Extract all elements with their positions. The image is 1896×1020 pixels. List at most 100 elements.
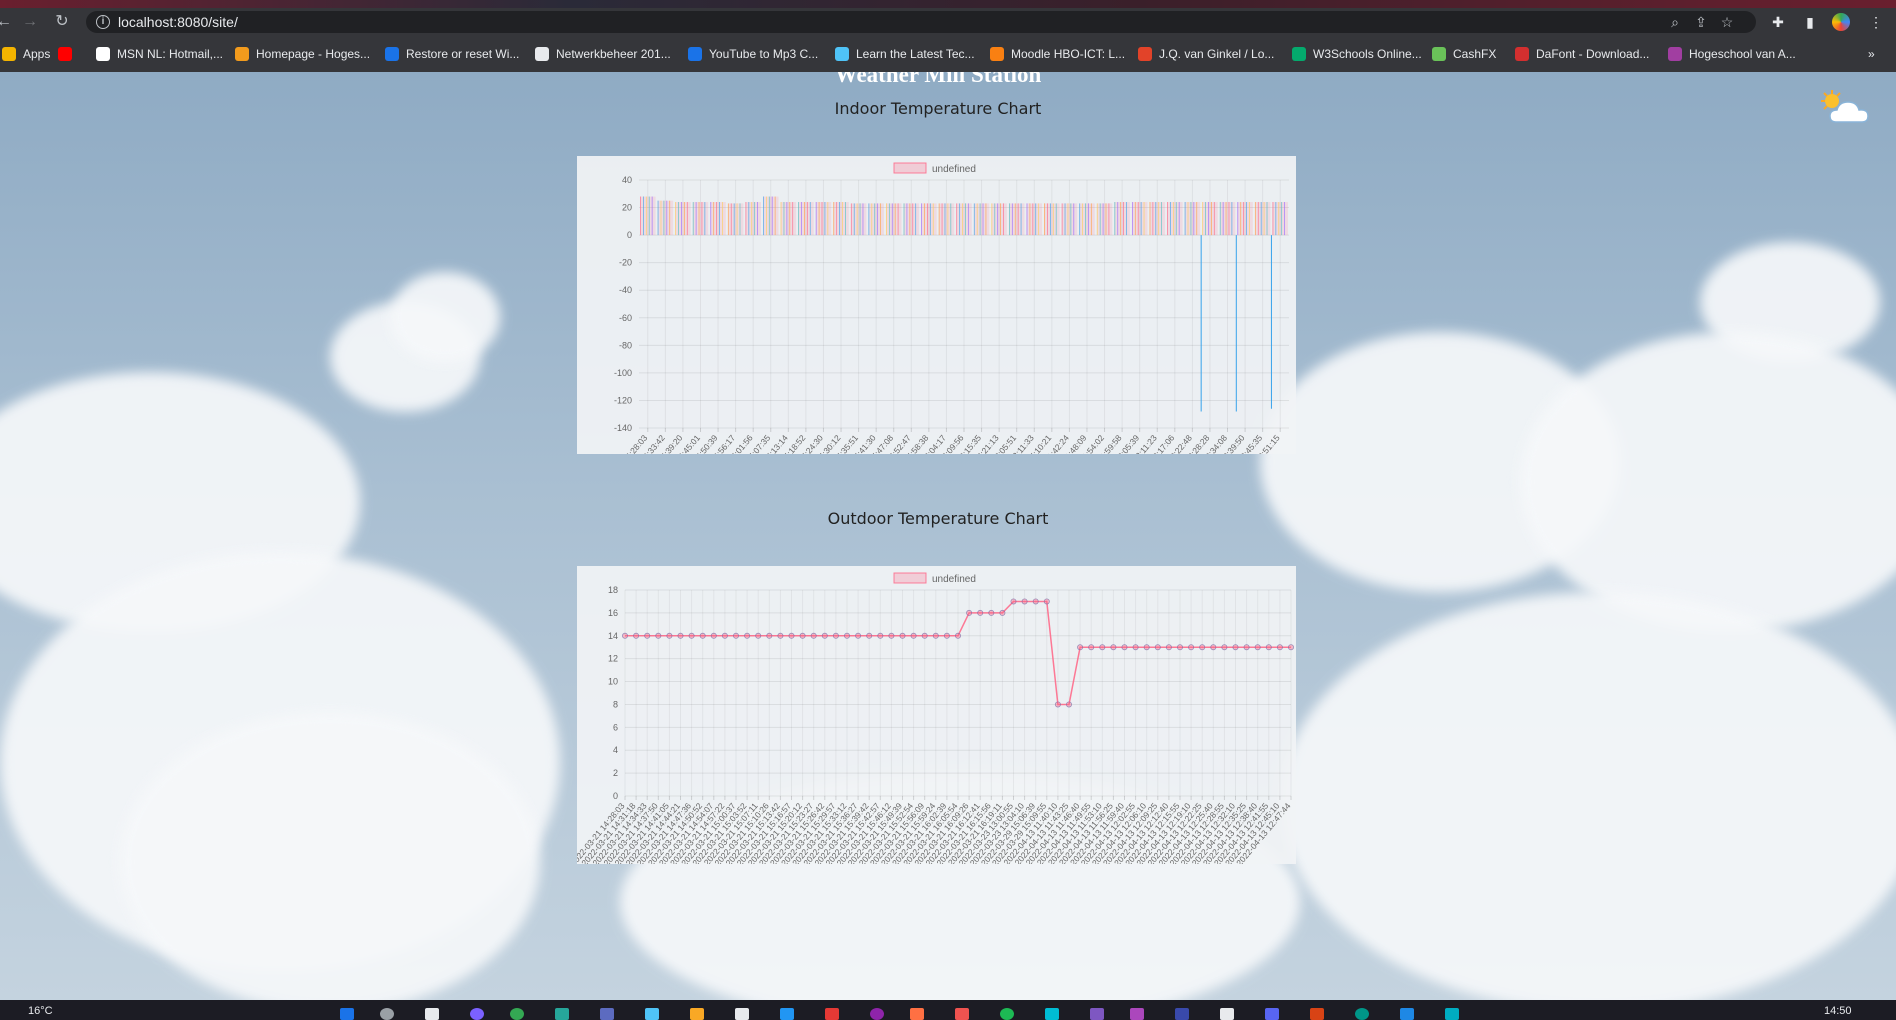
profile-avatar[interactable]: [1832, 13, 1850, 31]
app-icon[interactable]: [1130, 1008, 1144, 1020]
outdoor-point: [721, 632, 728, 639]
bookmark-star-icon[interactable]: ☆: [1718, 13, 1736, 31]
indoor-bar: [1219, 202, 1236, 236]
bookmark-item[interactable]: MSN NL: Hotmail,...: [96, 45, 223, 63]
outdoor-point: [921, 632, 928, 639]
indoor-chart: undefined 40 20 0 -20 -40 -60 -80 -100 -120 -14020…: [577, 156, 1296, 454]
indoor-bar: [903, 203, 920, 236]
indoor-bar: [885, 203, 902, 236]
chrome-icon[interactable]: [510, 1008, 524, 1020]
bookmark-item[interactable]: Learn the Latest Tec...: [835, 45, 975, 63]
reload-icon[interactable]: ↻: [52, 12, 72, 32]
bookmark-favicon-icon: [688, 47, 702, 61]
outdoor-point: [843, 632, 850, 639]
bookmark-item[interactable]: W3Schools Online...: [1292, 45, 1422, 63]
y-tick-label: -60: [619, 313, 632, 323]
bookmark-item[interactable]: YouTube to Mp3 C...: [688, 45, 818, 63]
bookmark-item[interactable]: Hogeschool van A...: [1668, 45, 1796, 63]
discord-icon[interactable]: [1265, 1008, 1279, 1020]
back-icon[interactable]: ←: [0, 12, 14, 32]
site-info-icon[interactable]: i: [96, 15, 110, 29]
app-icon[interactable]: [825, 1008, 839, 1020]
app-icon[interactable]: [1445, 1008, 1459, 1020]
outdoor-point: [710, 632, 717, 639]
app-icon[interactable]: [735, 1008, 749, 1020]
app-icon[interactable]: [910, 1008, 924, 1020]
y-tick-label: -80: [619, 340, 632, 350]
bookmark-label: Hogeschool van A...: [1689, 47, 1796, 61]
app-icon[interactable]: [780, 1008, 794, 1020]
bookmark-label: Moodle HBO-ICT: L...: [1011, 47, 1126, 61]
outdoor-point: [1021, 598, 1028, 605]
app-icon[interactable]: [600, 1008, 614, 1020]
app-icon[interactable]: [1175, 1008, 1189, 1020]
app-icon[interactable]: [1045, 1008, 1059, 1020]
teams-icon[interactable]: [470, 1008, 484, 1020]
page-title: Weather Mill Station: [834, 72, 1042, 87]
task-view-icon[interactable]: [425, 1008, 439, 1020]
outdoor-point: [633, 632, 640, 639]
bookmark-item[interactable]: [58, 45, 79, 63]
menu-icon[interactable]: ⋮: [1866, 12, 1886, 32]
app-icon[interactable]: [955, 1008, 969, 1020]
address-bar[interactable]: i localhost:8080/site/ ⌕ ⇪ ☆: [86, 11, 1756, 33]
bookmark-label: DaFont - Download...: [1536, 47, 1650, 61]
bookmarks-overflow-icon[interactable]: »: [1868, 45, 1875, 63]
bookmark-label: Homepage - Hoges...: [256, 47, 371, 61]
extensions-icon[interactable]: ✚: [1768, 12, 1788, 32]
zoom-icon[interactable]: ⌕: [1666, 13, 1684, 31]
bookmark-item[interactable]: CashFX: [1432, 45, 1496, 63]
outdoor-point: [1099, 644, 1106, 651]
app-icon[interactable]: [1220, 1008, 1234, 1020]
indoor-bar: [762, 196, 779, 236]
bookmark-item[interactable]: Netwerkbeheer 201...: [535, 45, 671, 63]
y-tick-label: 12: [608, 654, 618, 664]
search-icon[interactable]: [380, 1008, 394, 1020]
app-icon[interactable]: [870, 1008, 884, 1020]
bookmark-item[interactable]: Homepage - Hoges...: [235, 45, 370, 63]
start-icon[interactable]: [340, 1008, 354, 1020]
outdoor-point: [810, 632, 817, 639]
bookmark-item[interactable]: Moodle HBO-ICT: L...: [990, 45, 1125, 63]
indoor-bar: [833, 202, 849, 236]
indoor-bar: [1044, 203, 1060, 236]
indoor-bar: [710, 202, 726, 236]
taskbar-clock[interactable]: 14:50: [1824, 1005, 1852, 1017]
background-cloud: [390, 272, 500, 362]
app-icon[interactable]: [645, 1008, 659, 1020]
app-icon[interactable]: [1090, 1008, 1104, 1020]
app-icon[interactable]: [1310, 1008, 1324, 1020]
indoor-bar: [1254, 202, 1271, 236]
bookmark-favicon-icon: [1292, 47, 1306, 61]
spotify-icon[interactable]: [1000, 1008, 1014, 1020]
bookmark-item[interactable]: Apps: [2, 45, 50, 63]
taskbar-weather[interactable]: 16°C: [28, 1005, 53, 1017]
bookmark-item[interactable]: Restore or reset Wi...: [385, 45, 519, 63]
outdoor-point: [666, 632, 673, 639]
app-icon[interactable]: [1355, 1008, 1369, 1020]
outdoor-point: [1232, 644, 1239, 651]
indoor-bar: [815, 202, 832, 236]
bookmark-item[interactable]: DaFont - Download...: [1515, 45, 1649, 63]
indoor-bar: [1184, 202, 1201, 236]
indoor-bar: [1272, 202, 1288, 236]
indoor-bar: [1167, 202, 1183, 236]
y-tick-label: 14: [608, 631, 618, 641]
y-tick-label: 4: [613, 745, 618, 755]
outdoor-point: [622, 632, 629, 639]
outdoor-point: [966, 609, 973, 616]
forward-icon[interactable]: →: [20, 12, 40, 32]
outdoor-point: [1054, 701, 1061, 708]
y-tick-label: 8: [613, 699, 618, 709]
x-tick-label: 2022-03-21 14:28:03: [591, 433, 650, 454]
bookmark-favicon-icon: [2, 47, 16, 61]
app-icon[interactable]: [555, 1008, 569, 1020]
share-icon[interactable]: ⇪: [1692, 13, 1710, 31]
bookmarks-bar: Apps MSN NL: Hotmail,... Homepage - Hoges.…: [0, 36, 1896, 73]
bookmark-item[interactable]: J.Q. van Ginkel / Lo...: [1138, 45, 1274, 63]
outdoor-point: [832, 632, 839, 639]
outdoor-point: [1254, 644, 1261, 651]
file-explorer-icon[interactable]: [690, 1008, 704, 1020]
side-panel-icon[interactable]: ▮: [1800, 12, 1820, 32]
app-icon[interactable]: [1400, 1008, 1414, 1020]
